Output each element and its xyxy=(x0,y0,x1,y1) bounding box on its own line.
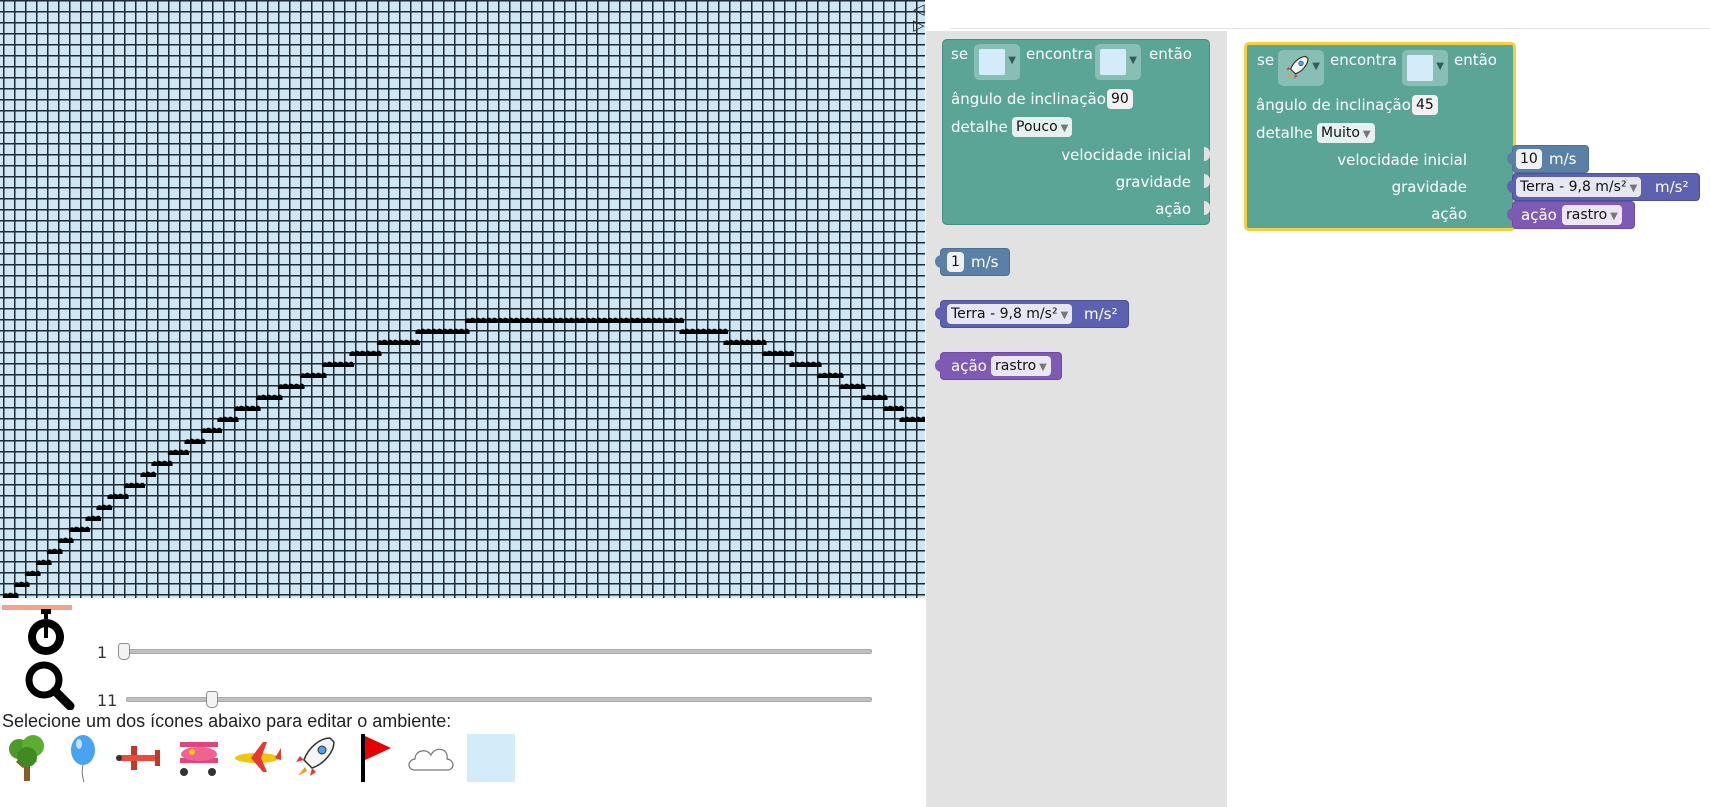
cloud-icon[interactable] xyxy=(404,731,458,785)
flyout-collision-block[interactable]: se ▼ encontra ▼ então ângulo de inclinaç… xyxy=(942,39,1210,225)
action-dropdown[interactable]: rastro ▼ xyxy=(991,356,1051,376)
speed-unit: m/s xyxy=(1549,150,1577,168)
header-divider xyxy=(950,28,1710,29)
speed-slider-thumb[interactable] xyxy=(118,643,130,660)
action-block-label: ação xyxy=(1521,206,1557,224)
trajectory-trail xyxy=(2,317,925,598)
chevron-down-icon: ▼ xyxy=(1629,183,1638,194)
triangle-left-icon[interactable]: ◁ xyxy=(913,2,925,17)
output-plug xyxy=(935,359,943,372)
rocket-icon xyxy=(1286,55,1309,79)
angle-input[interactable]: 45 xyxy=(1412,95,1438,115)
gravity-value: Terra - 9,8 m/s² xyxy=(951,306,1058,322)
output-plug xyxy=(935,255,943,268)
magnifier-icon xyxy=(25,661,75,710)
object-dropdown[interactable]: ▼ xyxy=(1278,50,1324,86)
object-dropdown[interactable]: ▼ xyxy=(974,44,1020,80)
stopwatch-icon xyxy=(28,609,64,655)
zoom-value: 11 xyxy=(97,691,118,710)
angle-label: ângulo de inclinação xyxy=(1256,96,1411,114)
if-keyword: se xyxy=(1257,51,1275,69)
detail-value: Muito xyxy=(1321,125,1360,141)
zoom-slider-track[interactable] xyxy=(126,697,872,702)
then-keyword: então xyxy=(1149,45,1192,63)
gravity-unit: m/s² xyxy=(1655,178,1689,196)
action-socket xyxy=(1204,201,1210,215)
detail-label: detalhe xyxy=(1256,124,1313,142)
action-value: rastro xyxy=(995,358,1037,374)
meets-keyword: encontra xyxy=(1330,51,1397,69)
detail-value: Pouco xyxy=(1016,119,1058,135)
detail-label: detalhe xyxy=(951,118,1008,136)
chevron-down-icon: ▼ xyxy=(1060,123,1069,134)
chevron-down-icon: ▼ xyxy=(1060,310,1069,321)
tree-icon[interactable] xyxy=(0,731,54,785)
chevron-down-icon: ▼ xyxy=(1362,129,1371,140)
initial-speed-label: velocidade inicial xyxy=(1337,151,1467,169)
workspace-speed-block[interactable]: 10 m/s xyxy=(1507,145,1589,173)
meets-keyword: encontra xyxy=(1026,45,1093,63)
pink-plane-icon[interactable] xyxy=(172,731,226,785)
detail-dropdown[interactable]: Muito ▼ xyxy=(1317,123,1375,143)
output-plug xyxy=(1507,208,1515,221)
gravity-value: Terra - 9,8 m/s² xyxy=(1520,179,1627,195)
rocket-icon[interactable] xyxy=(288,731,342,785)
chevron-down-icon: ▼ xyxy=(1039,362,1047,373)
gravity-label: gravidade xyxy=(1115,173,1191,191)
target-dropdown[interactable]: ▼ xyxy=(1095,44,1141,80)
gravity-dropdown[interactable]: Terra - 9,8 m/s² ▼ xyxy=(947,304,1073,324)
output-plug xyxy=(1507,152,1515,165)
speed-slider-track[interactable] xyxy=(118,649,872,654)
speed-input[interactable]: 10 xyxy=(1516,149,1542,169)
action-label: ação xyxy=(1431,205,1467,223)
workspace-gravity-block[interactable]: Terra - 9,8 m/s² ▼ m/s² xyxy=(1507,173,1700,201)
speed-input[interactable]: 1 xyxy=(947,252,964,272)
triangle-right-icon[interactable]: ▷ xyxy=(913,18,925,33)
action-value: rastro xyxy=(1566,207,1608,223)
action-label: ação xyxy=(1155,200,1191,218)
chevron-down-icon: ▼ xyxy=(1610,211,1618,222)
flyout-action-block[interactable]: ação rastro ▼ xyxy=(935,352,1062,380)
angle-input[interactable]: 90 xyxy=(1107,89,1133,109)
balloon-icon[interactable] xyxy=(56,731,110,785)
zoom-slider-thumb[interactable] xyxy=(206,691,219,708)
flag-icon[interactable] xyxy=(346,731,400,785)
gravity-socket xyxy=(1204,174,1210,188)
speed-unit: m/s xyxy=(971,253,999,271)
gravity-label: gravidade xyxy=(1391,178,1467,196)
output-plug xyxy=(1507,180,1515,193)
action-block-label: ação xyxy=(951,357,987,375)
initial-speed-label: velocidade inicial xyxy=(1061,146,1191,164)
initial-speed-socket xyxy=(1204,147,1210,161)
detail-dropdown[interactable]: Pouco ▼ xyxy=(1012,117,1073,137)
output-plug xyxy=(935,307,943,320)
speed-value: 1 xyxy=(97,643,108,662)
gravity-dropdown[interactable]: Terra - 9,8 m/s² ▼ xyxy=(1516,177,1642,197)
workspace-action-block[interactable]: ação rastro ▼ xyxy=(1507,201,1635,229)
angle-label: ângulo de inclinação xyxy=(951,90,1106,108)
flyout-gravity-block[interactable]: Terra - 9,8 m/s² ▼ m/s² xyxy=(935,300,1129,328)
jet-icon[interactable] xyxy=(230,731,284,785)
then-keyword: então xyxy=(1454,51,1497,69)
biplane-icon[interactable] xyxy=(112,731,166,785)
target-dropdown[interactable]: ▼ xyxy=(1402,50,1448,86)
workspace-collision-block[interactable]: se ▼ encontra ▼ então ângulo de inclinaç… xyxy=(1244,42,1516,231)
if-keyword: se xyxy=(951,45,969,63)
empty-tile-icon[interactable] xyxy=(464,731,518,785)
flyout-speed-block[interactable]: 1 m/s xyxy=(935,248,1010,276)
gravity-unit: m/s² xyxy=(1084,305,1118,323)
environment-instructions: Selecione um dos ícones abaixo para edit… xyxy=(2,711,452,731)
simulation-grid[interactable] xyxy=(0,0,925,598)
action-dropdown[interactable]: rastro ▼ xyxy=(1562,205,1622,225)
